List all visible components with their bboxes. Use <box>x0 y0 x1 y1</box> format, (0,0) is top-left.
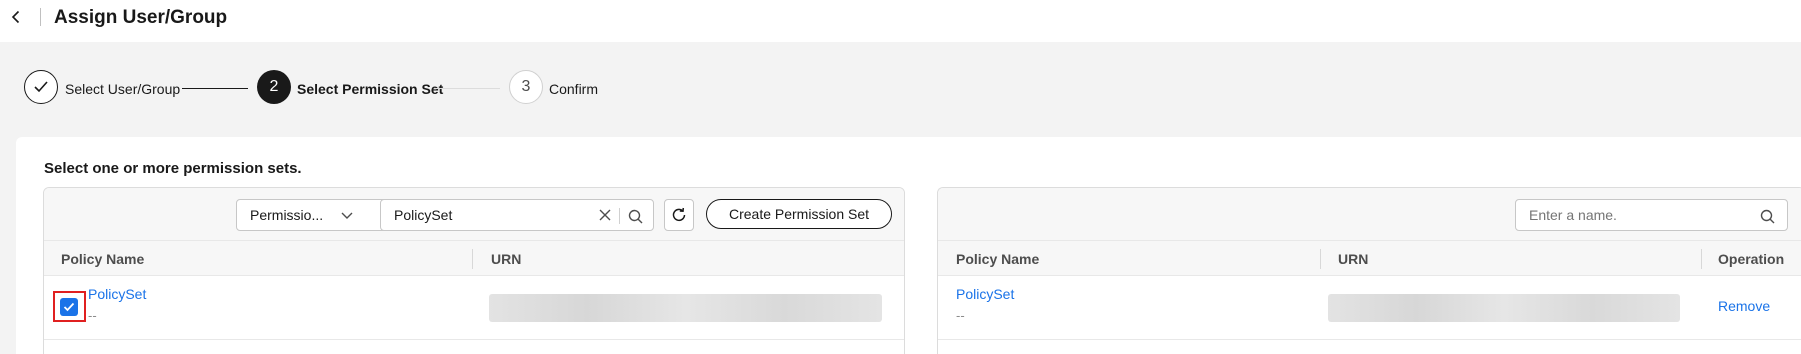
search-divider <box>619 208 620 224</box>
step-2-number: 2 <box>269 78 279 95</box>
left-table-header: Policy Name URN <box>44 240 904 276</box>
column-header-operation: Operation <box>1718 251 1785 267</box>
name-search-field <box>1515 199 1788 231</box>
name-search-button[interactable] <box>1758 207 1776 225</box>
right-toolbar <box>938 188 1801 240</box>
chevron-down-icon <box>341 212 353 219</box>
search-field <box>380 199 654 231</box>
refresh-button[interactable] <box>664 199 694 231</box>
available-permission-sets-panel: Permissio... PolicySet Create Permission… <box>43 187 905 354</box>
left-toolbar: Permissio... PolicySet Create Permission… <box>44 188 904 240</box>
create-permission-set-button[interactable]: Create Permission Set <box>706 199 892 229</box>
step-3-indicator: 3 <box>509 70 543 104</box>
urn-value-redacted <box>1328 294 1680 322</box>
step-2-indicator: 2 <box>257 70 291 104</box>
back-button[interactable] <box>5 6 27 28</box>
page-title: Assign User/Group <box>54 7 228 28</box>
header-divider <box>40 8 41 26</box>
column-separator <box>1320 249 1321 269</box>
step-connector-1 <box>182 88 248 89</box>
column-separator <box>1701 249 1702 269</box>
column-separator <box>472 249 473 269</box>
chevron-left-icon <box>11 10 20 24</box>
search-icon <box>628 209 642 223</box>
step-3-number: 3 <box>521 78 531 95</box>
clear-button[interactable] <box>598 208 612 222</box>
check-icon <box>34 81 48 93</box>
column-header-urn: URN <box>491 251 522 267</box>
step-connector-2 <box>434 88 500 89</box>
clear-icon <box>599 209 611 221</box>
column-header-urn: URN <box>1338 251 1369 267</box>
search-button[interactable] <box>626 207 644 225</box>
refresh-icon <box>672 207 686 222</box>
policy-name-link[interactable]: PolicySet <box>956 286 1014 302</box>
stepper: Select User/Group 2 Select Permission Se… <box>0 70 1801 110</box>
policy-description: -- <box>956 308 965 323</box>
step-1-label: Select User/Group <box>65 81 181 97</box>
remove-link[interactable]: Remove <box>1718 298 1770 314</box>
urn-value-redacted <box>489 294 882 322</box>
check-icon <box>63 302 75 312</box>
step-3-label: Confirm <box>549 81 599 97</box>
search-input[interactable] <box>394 207 594 223</box>
step-1-indicator <box>24 70 58 104</box>
table-row: PolicySet -- <box>44 276 904 340</box>
table-row: PolicySet -- Remove <box>938 276 1801 340</box>
column-header-policy-name: Policy Name <box>61 251 145 267</box>
step-2-label: Select Permission Set <box>297 81 444 97</box>
filter-select-value: Permissio... <box>250 207 324 223</box>
page-header: Assign User/Group <box>0 0 1801 42</box>
policy-description: -- <box>88 308 97 323</box>
right-table-header: Policy Name URN Operation <box>938 240 1801 276</box>
name-search-input[interactable] <box>1529 207 1749 223</box>
policy-name-link[interactable]: PolicySet <box>88 286 146 302</box>
row-checkbox[interactable] <box>60 298 78 316</box>
selected-permission-sets-panel: Policy Name URN Operation PolicySet -- R… <box>937 187 1801 354</box>
search-icon <box>1760 209 1774 223</box>
column-header-policy-name: Policy Name <box>956 251 1040 267</box>
highlight-frame <box>53 291 86 322</box>
instruction-text: Select one or more permission sets. <box>44 160 302 177</box>
